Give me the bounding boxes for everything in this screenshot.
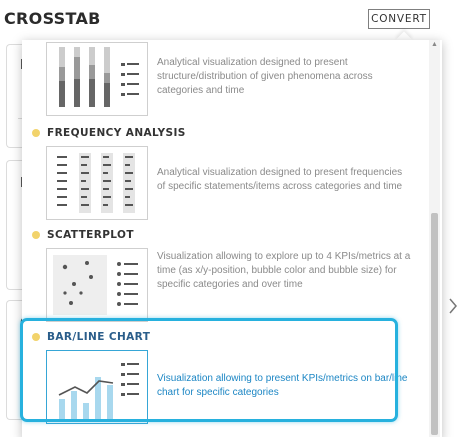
stacked-bar-chart-icon <box>46 42 148 116</box>
item-description: Visualization allowing to explore up to … <box>157 251 411 290</box>
item-label: BAR/LINE CHART <box>47 331 151 343</box>
scatterplot-icon <box>46 248 148 322</box>
item-description: Analytical visualization designed to pre… <box>157 57 373 96</box>
item-label: SCATTERPLOT <box>47 229 134 241</box>
panel-title: CROSSTAB <box>4 9 101 28</box>
item-description: Analytical visualization designed to pre… <box>157 167 403 192</box>
frequency-analysis-icon <box>46 146 148 220</box>
status-dot <box>32 129 40 137</box>
item-header: FREQUENCY ANALYSIS <box>32 126 186 140</box>
item-header: SCATTERPLOT <box>32 228 134 242</box>
scroll-up-icon[interactable]: ▲ <box>431 41 438 48</box>
bar-line-chart-icon <box>46 350 148 424</box>
status-dot <box>32 333 40 341</box>
scrollbar-thumb[interactable] <box>431 213 438 435</box>
status-dot <box>32 231 40 239</box>
convert-button[interactable]: CONVERT <box>368 9 430 29</box>
item-header: BAR/LINE CHART <box>32 330 150 344</box>
chevron-right-icon[interactable] <box>446 296 460 316</box>
chart-type-dropdown: Analytical visualization designed to pre… <box>22 40 442 437</box>
item-label: FREQUENCY ANALYSIS <box>47 127 186 139</box>
item-description: Visualization allowing to present KPIs/m… <box>157 373 408 398</box>
